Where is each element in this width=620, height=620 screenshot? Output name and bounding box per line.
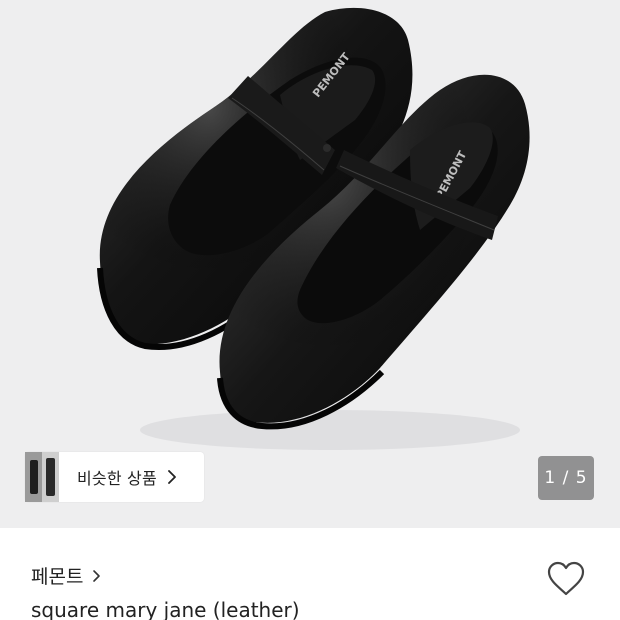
product-title: square mary jane (leather) — [31, 598, 300, 620]
product-photo: PEMONT PEMONT — [97, 7, 530, 450]
product-image-gallery[interactable]: PEMONT PEMONT 비슷한 상품 1 / 5 — [0, 0, 620, 528]
brand-link[interactable]: 페몬트 — [31, 562, 101, 589]
chevron-right-icon — [167, 470, 176, 484]
similar-products-label: 비슷한 상품 — [77, 469, 157, 488]
similar-products-button[interactable]: 비슷한 상품 — [25, 452, 204, 502]
similar-product-thumbnail — [25, 452, 59, 502]
wishlist-button[interactable] — [546, 561, 586, 597]
brand-name: 페몬트 — [31, 566, 84, 588]
heart-outline-icon — [547, 561, 585, 596]
gallery-page-counter: 1 / 5 — [538, 456, 594, 500]
chevron-right-icon — [93, 569, 101, 582]
